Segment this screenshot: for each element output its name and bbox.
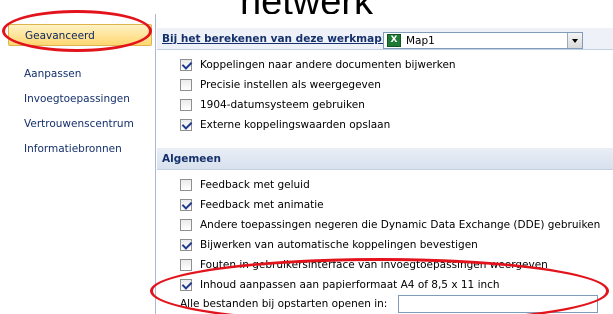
workbook-section-label: Bij het berekenen van deze werkmap: [162,33,386,45]
checkbox[interactable] [180,219,192,231]
checkbox[interactable] [180,99,192,111]
excel-workbook-icon: X [387,34,401,47]
open-files-label: Alle bestanden bij opstarten openen in: [180,298,388,310]
checkbox[interactable] [180,199,192,211]
option-label: Inhoud aanpassen aan papierformaat A4 of… [200,279,500,291]
checkbox[interactable] [180,79,192,91]
options-panel: Bij het berekenen van deze werkmap: X Ma… [156,14,613,314]
option-label: Precisie instellen als weergegeven [200,79,381,91]
general-section-header: Algemeen [157,148,613,170]
chevron-down-icon[interactable] [567,33,582,48]
workbook-select[interactable]: X Map1 [383,32,583,49]
sidebar-item-aanpassen[interactable]: Aanpassen [8,63,152,85]
sidebar-item-geavanceerd[interactable]: Geavanceerd [8,24,152,46]
option-label: Koppelingen naar andere documenten bijwe… [200,59,456,71]
open-files-input[interactable] [398,295,598,313]
option-label: Bijwerken van automatische koppelingen b… [200,239,478,251]
option-label: Externe koppelingswaarden opslaan [200,119,391,131]
option-label: Fouten in gebruikersinterface van invoeg… [200,259,548,271]
checkbox[interactable] [180,59,192,71]
option-label: Feedback met geluid [200,179,310,191]
sidebar-item-informatiebronnen[interactable]: Informatiebronnen [8,138,152,160]
option-label: 1904-datumsysteem gebruiken [200,99,365,111]
checkbox[interactable] [180,239,192,251]
checkbox[interactable] [180,119,192,131]
general-section-label: Algemeen [162,153,222,165]
workbook-select-value: Map1 [406,35,435,47]
option-label: Andere toepassingen negeren die Dynamic … [200,219,601,231]
checkbox[interactable] [180,179,192,191]
sidebar-item-vertrouwenscentrum[interactable]: Vertrouwenscentrum [8,113,152,135]
options-sidebar: Geavanceerd Aanpassen Invoegtoepassingen… [0,14,156,314]
checkbox[interactable] [180,279,192,291]
sidebar-item-invoegtoepassingen[interactable]: Invoegtoepassingen [8,88,152,110]
option-label: Feedback met animatie [200,199,324,211]
checkbox[interactable] [180,259,192,271]
